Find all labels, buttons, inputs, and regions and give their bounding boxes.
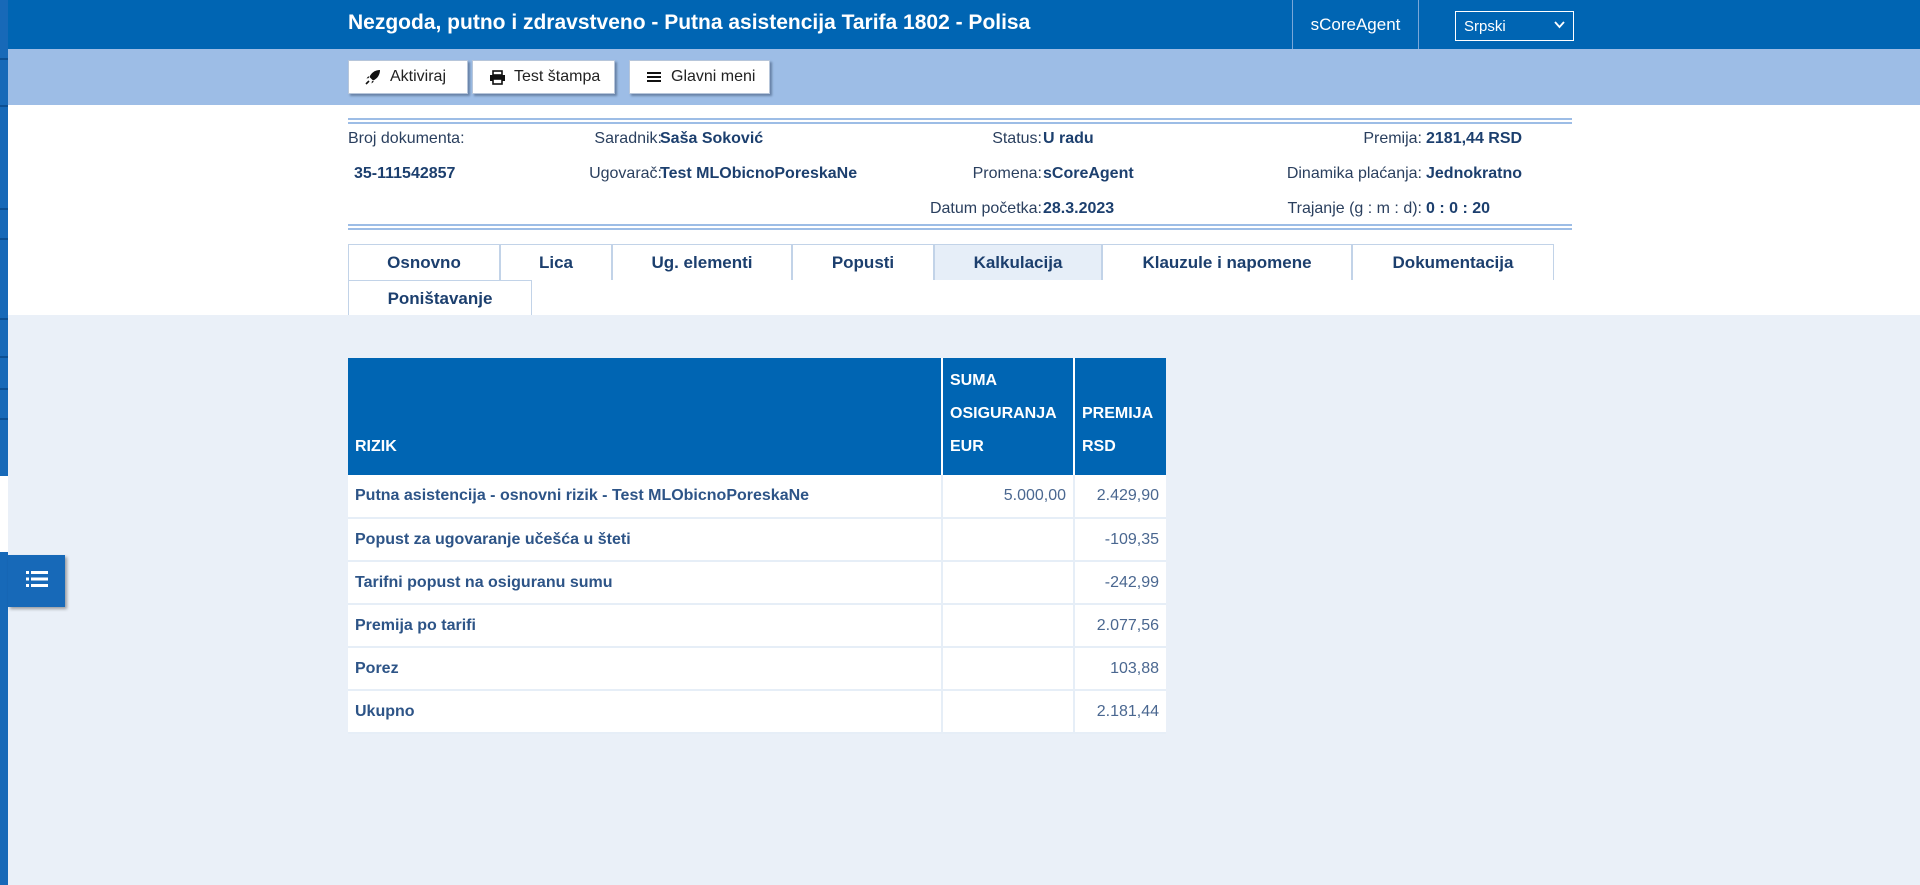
tab-ug-elementi[interactable]: Ug. elementi [612,244,792,280]
promena-label: Promena: [972,165,1042,182]
printer-icon [486,69,508,85]
saradnik-value: Saša Soković [660,130,764,147]
trajanje-label: Trajanje (g : m : d): [1287,200,1422,217]
row-suma [942,518,1075,562]
table-row: Tarifni popust na osiguranu sumu -242,99 [348,561,1166,605]
strip-tick [0,208,8,210]
top-header-bar: Nezgoda, putno i zdravstveno - Putna asi… [8,0,1920,49]
saradnik-label: Saradnik: [594,130,662,147]
col-premija-line1: PREMIJA [1082,405,1154,422]
strip-tick [0,238,8,240]
row-rizik: Putna asistencija - osnovni rizik - Test… [348,475,943,519]
row-rizik: Popust za ugovaranje učešća u šteti [348,518,943,562]
datum-value: 28.3.2023 [1043,200,1115,217]
test-print-label: Test štampa [514,68,601,85]
table-row: Popust za ugovaranje učešća u šteti -109… [348,518,1166,562]
dinamika-value: Jednokratno [1426,165,1523,182]
col-premija: PREMIJA RSD [1074,358,1166,475]
row-premija: 2.429,90 [1074,475,1166,519]
agent-name[interactable]: sCoreAgent [1292,0,1419,49]
trajanje-value: 0 : 0 : 20 [1426,200,1491,217]
side-list-button[interactable] [8,555,65,607]
row-rizik: Premija po tarifi [348,604,943,648]
tab-ponistavanje[interactable]: Poništavanje [348,280,532,316]
tab-dokumentacija[interactable]: Dokumentacija [1352,244,1554,280]
row-premija: 103,88 [1074,647,1166,691]
divider [348,118,1572,124]
divider [348,224,1572,230]
language-select[interactable]: Srpski [1455,11,1574,41]
tab-klauzule[interactable]: Klauzule i napomene [1102,244,1352,280]
premija-value: 2181,44 RSD [1426,130,1523,147]
row-suma [942,604,1075,648]
chevron-down-icon [1554,18,1565,33]
table-row: Putna asistencija - osnovni rizik - Test… [348,475,1166,519]
strip-tick [0,388,8,390]
hamburger-icon [643,71,665,83]
row-premija: -109,35 [1074,518,1166,562]
doc-number-value: 35-111542857 [354,165,456,182]
status-value: U radu [1043,130,1094,147]
row-premija: -242,99 [1074,561,1166,605]
activate-button[interactable]: Aktiviraj [348,60,468,94]
strip-tick [0,356,8,358]
col-suma-line1: SUMA [950,372,998,389]
premija-label: Premija: [1363,130,1422,147]
table-row: Porez 103,88 [348,647,1166,691]
status-label: Status: [992,130,1042,147]
main-menu-button[interactable]: Glavni meni [629,60,770,94]
row-suma [942,561,1075,605]
language-value: Srpski [1464,17,1506,35]
datum-label: Datum početka: [929,200,1042,217]
rocket-icon [362,69,384,85]
row-suma: 5.000,00 [942,475,1075,519]
strip-tick [0,318,8,320]
row-rizik: Tarifni popust na osiguranu sumu [348,561,943,605]
table-header-row: RIZIK SUMA OSIGURANJA EUR PREMIJA RSD [348,358,1166,475]
main-menu-label: Glavni meni [671,68,756,85]
calculation-table: RIZIK SUMA OSIGURANJA EUR PREMIJA RSD Pu… [348,358,1166,734]
col-suma: SUMA OSIGURANJA EUR [942,358,1075,475]
tab-lica[interactable]: Lica [500,244,612,280]
row-rizik: Porez [348,647,943,691]
list-icon [25,570,48,593]
col-premija-line2: RSD [1082,438,1116,455]
row-premija: 2.181,44 [1074,690,1166,734]
ugovarac-label: Ugovarač: [589,165,662,182]
row-premija: 2.077,56 [1074,604,1166,648]
strip-tick [0,418,8,420]
table-row: Ukupno 2.181,44 [348,690,1166,734]
strip-tick [0,105,8,107]
row-suma [942,690,1075,734]
table-row: Premija po tarifi 2.077,56 [348,604,1166,648]
col-suma-line2: OSIGURANJA [950,405,1057,422]
document-info-panel: Broj dokumenta: 35-111542857 Saradnik: S… [348,118,1572,232]
action-toolbar: Aktiviraj Test štampa Glavni meni [8,49,1920,105]
col-suma-line3: EUR [950,438,984,455]
col-rizik: RIZIK [348,358,943,475]
ugovarac-value: Test MLObicnoPoreskaNe [660,165,858,182]
left-edge-strip [0,0,8,885]
row-suma [942,647,1075,691]
dinamika-label: Dinamika plaćanja: [1286,165,1422,182]
test-print-button[interactable]: Test štampa [472,60,615,94]
row-rizik: Ukupno [348,690,943,734]
promena-value: sCoreAgent [1043,165,1134,182]
tab-popusti[interactable]: Popusti [792,244,934,280]
activate-label: Aktiviraj [390,68,447,85]
strip-tick [0,58,8,60]
doc-number-label: Broj dokumenta: [348,130,465,147]
tab-kalkulacija[interactable]: Kalkulacija [934,244,1102,280]
page-title: Nezgoda, putno i zdravstveno - Putna asi… [348,11,1031,34]
tab-osnovno[interactable]: Osnovno [348,244,500,280]
strip-gap [0,476,8,552]
